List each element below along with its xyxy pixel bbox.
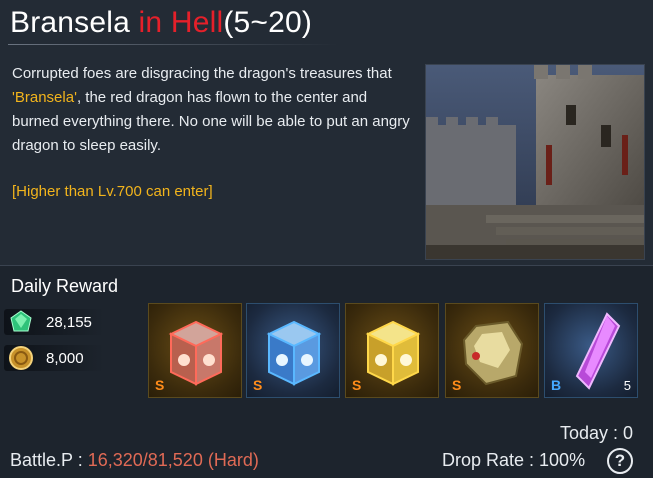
title-range: (5~20) (223, 6, 313, 39)
item-grade: S (253, 377, 263, 393)
dungeon-title: Bransela in Hell(5~20) (10, 6, 312, 40)
title-main: Bransela (10, 6, 131, 39)
dungeon-description: Corrupted foes are disgracing the dragon… (12, 62, 412, 158)
reward-item-blue-chest[interactable]: S (246, 303, 340, 398)
description-highlight: 'Bransela' (12, 89, 77, 106)
item-grade: S (452, 377, 462, 393)
currency-coin-row: 8,000 (8, 345, 84, 371)
currency-gem-row: 28,155 (8, 309, 92, 335)
today-count: Today : 0 (559, 423, 633, 443)
level-requirement: [Higher than Lv.700 can enter] (12, 183, 213, 200)
dungeon-preview-image (425, 64, 645, 260)
item-grade: S (352, 377, 362, 393)
item-grade: B (551, 377, 562, 393)
daily-reward-title: Daily Reward (11, 276, 119, 296)
item-grade: S (155, 377, 165, 393)
gem-amount: 28,155 (46, 313, 92, 331)
battle-power-value: 16,320/81,520 (Hard) (87, 450, 259, 470)
reward-item-gold-ore[interactable]: S (445, 303, 539, 398)
green-gem-icon (10, 310, 32, 332)
battle-power: Battle.P : 16,320/81,520 (Hard) (10, 450, 259, 471)
battle-power-label: Battle.P : (10, 450, 88, 470)
description-part1: Corrupted foes are disgracing the dragon… (12, 65, 392, 82)
title-difficulty: in Hell (130, 6, 224, 39)
reward-item-red-chest[interactable]: S (148, 303, 242, 398)
dungeon-info-panel: Bransela in Hell(5~20) Corrupted foes ar… (0, 0, 653, 478)
help-button[interactable]: ? (607, 448, 633, 474)
gold-coin-icon (9, 346, 33, 370)
reward-item-gold-chest[interactable]: S (345, 303, 439, 398)
reward-item-purple-crystal[interactable]: B 5 (544, 303, 638, 398)
coin-amount: 8,000 (46, 349, 84, 367)
item-quantity: 5 (623, 378, 631, 393)
title-underline (8, 44, 338, 45)
drop-rate: Drop Rate : 100% (442, 450, 586, 470)
